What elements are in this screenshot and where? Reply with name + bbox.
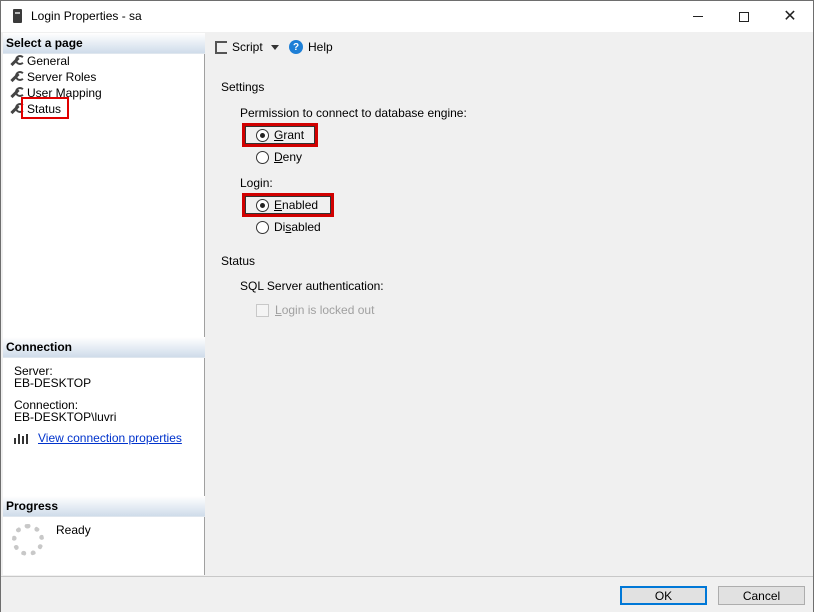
connection-value: EB-DESKTOP\luvri bbox=[14, 410, 117, 424]
login-locked-out-label: Login is locked out bbox=[275, 303, 375, 317]
script-label: Script bbox=[232, 40, 263, 54]
deny-radio[interactable]: Deny bbox=[256, 150, 302, 164]
wrench-icon bbox=[9, 71, 25, 83]
progress-spinner-icon bbox=[12, 524, 44, 556]
login-locked-out-checkbox[interactable]: Login is locked out bbox=[256, 303, 374, 317]
permission-label: Permission to connect to database engine… bbox=[240, 106, 467, 120]
script-icon bbox=[215, 40, 227, 54]
progress-status: Ready bbox=[56, 523, 91, 537]
toolbar: Script ? Help bbox=[206, 33, 813, 63]
help-icon: ? bbox=[289, 40, 303, 54]
radio-unselected-icon bbox=[256, 150, 269, 164]
page-label: General bbox=[27, 54, 70, 68]
progress-header: Progress bbox=[3, 496, 205, 517]
view-connection-properties-link[interactable]: View connection properties bbox=[38, 431, 182, 445]
select-page-header: Select a page bbox=[3, 33, 205, 54]
minimize-icon bbox=[693, 16, 703, 17]
wrench-icon bbox=[9, 87, 25, 99]
dialog-footer: OK Cancel bbox=[1, 576, 813, 612]
server-value: EB-DESKTOP bbox=[14, 376, 92, 390]
help-label: Help bbox=[308, 40, 333, 54]
app-icon bbox=[13, 9, 22, 23]
deny-label: Deny bbox=[274, 150, 303, 164]
radio-selected-icon bbox=[256, 128, 269, 142]
settings-header: Settings bbox=[221, 80, 265, 94]
help-button[interactable]: ? Help bbox=[289, 40, 333, 54]
script-button[interactable]: Script bbox=[215, 40, 279, 54]
window-title: Login Properties - sa bbox=[31, 9, 142, 23]
radio-unselected-icon bbox=[256, 220, 269, 234]
connection-header: Connection bbox=[3, 337, 205, 358]
page-label: Server Roles bbox=[27, 70, 97, 84]
maximize-icon bbox=[739, 11, 749, 22]
cancel-button[interactable]: Cancel bbox=[718, 586, 805, 605]
connection-properties-icon bbox=[13, 432, 29, 444]
main-panel: Script ? Help Settings Permission to con… bbox=[206, 33, 813, 575]
enabled-label: Enabled bbox=[274, 198, 319, 212]
page-item-general[interactable]: General bbox=[9, 53, 70, 69]
login-properties-window: Login Properties - sa ✕ Select a page Ge… bbox=[0, 0, 814, 612]
title-bar[interactable]: Login Properties - sa ✕ bbox=[1, 1, 813, 32]
wrench-icon bbox=[9, 103, 25, 115]
left-panel: Select a page General Server Roles User … bbox=[3, 33, 205, 575]
login-label: Login: bbox=[240, 176, 273, 190]
ok-button[interactable]: OK bbox=[620, 586, 707, 605]
wrench-icon bbox=[9, 55, 25, 67]
checkbox-icon bbox=[256, 303, 269, 317]
radio-selected-icon bbox=[256, 198, 269, 212]
page-item-server-roles[interactable]: Server Roles bbox=[9, 69, 96, 85]
sql-auth-label: SQL Server authentication: bbox=[240, 279, 384, 293]
chevron-down-icon bbox=[270, 44, 279, 50]
close-button[interactable]: ✕ bbox=[767, 1, 813, 32]
minimize-button[interactable] bbox=[675, 1, 721, 32]
disabled-radio[interactable]: Disabled bbox=[256, 220, 321, 234]
status-header: Status bbox=[221, 254, 256, 268]
enabled-radio[interactable]: Enabled bbox=[256, 198, 318, 212]
close-icon: ✕ bbox=[783, 7, 797, 25]
maximize-button[interactable] bbox=[721, 1, 767, 32]
grant-label: Grant bbox=[274, 128, 305, 142]
status-highlight-box bbox=[21, 97, 69, 119]
disabled-label: Disabled bbox=[274, 220, 321, 234]
grant-radio[interactable]: Grant bbox=[256, 128, 304, 142]
